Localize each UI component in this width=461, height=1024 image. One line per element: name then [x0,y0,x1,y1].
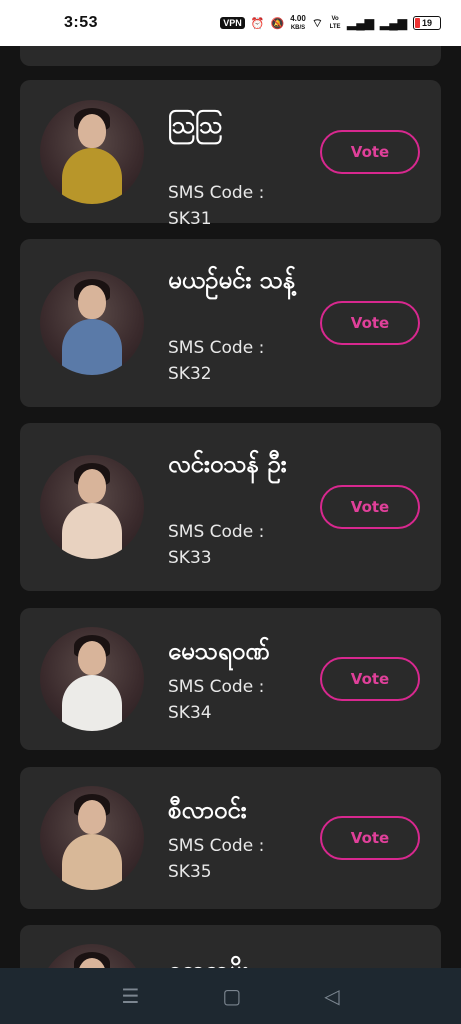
status-bar: 3:53 VPN ⏰ 🔕 4.00 KB/S ⌔ Vo LTE ▂▄▆ ▂▄▆ … [0,0,461,46]
status-time: 3:53 [64,14,99,31]
sms-code-value: SK34 [168,703,212,723]
contestant-avatar [40,627,144,731]
sms-code-value: SK31 [168,209,212,229]
contestant-name: ကေဇာမိုး [168,953,298,968]
network-speed: 4.00 KB/S [290,13,306,32]
contestant-card: ကေဇာမိုး [20,925,441,968]
contestant-name: မေသရဝဏ် [168,637,270,665]
speed-value: 4.00 [290,13,306,23]
contestant-avatar [40,455,144,559]
status-icons: VPN ⏰ 🔕 4.00 KB/S ⌔ Vo LTE ▂▄▆ ▂▄▆ 19 [220,13,441,32]
signal-icon-1: ▂▄▆ [347,16,375,30]
battery-level: 19 [421,18,432,28]
vote-button[interactable]: Vote [320,657,420,701]
contestant-card: မေသရဝဏ် SMS Code : SK34 Vote [20,608,441,750]
vote-button[interactable]: Vote [320,130,420,174]
sms-code-value: SK33 [168,548,212,568]
recents-icon[interactable]: ☰ [121,984,139,1008]
sms-code-label: SMS Code : [168,522,265,542]
speed-unit: KB/S [290,24,306,31]
sms-code-label: SMS Code : [168,677,265,697]
avatar-dress [62,834,122,890]
signal-icon-2: ▂▄▆ [380,16,407,30]
system-nav-bar: ☰ ▢ ◁ [0,968,461,1024]
contestant-card [20,46,441,66]
vote-button[interactable]: Vote [320,301,420,345]
alarm-icon: ⏰ [250,17,265,30]
contestant-name: စီလာဝင်း [168,796,247,824]
sms-code-value: SK35 [168,862,212,882]
contestant-name: လင်းဝသန် ဦး [168,450,287,478]
vote-button[interactable]: Vote [320,816,420,860]
volte-icon: Vo LTE [329,16,341,30]
back-icon[interactable]: ◁ [324,984,339,1008]
contestant-card: ဩဩ SMS Code : SK31 Vote [20,80,441,229]
contestant-name: မယဉ်မင်း သန့် [168,266,296,294]
sms-code-label: SMS Code : [168,338,265,358]
avatar-dress [62,319,122,375]
contestant-avatar [40,786,144,890]
wifi-icon: ⌔ [311,15,324,30]
contestant-card: စီလာဝင်း SMS Code : SK35 Vote [20,767,441,909]
mute-icon: 🔕 [270,17,285,30]
avatar-dress [62,148,122,204]
contestant-list[interactable]: ဩဩ SMS Code : SK31 Vote မယဉ်မင်း သန့် SM… [0,46,461,968]
contestant-card: လင်းဝသန် ဦး SMS Code : SK33 Vote [20,423,441,591]
sms-code-label: SMS Code : [168,183,265,203]
sms-code-label: SMS Code : [168,836,265,856]
home-icon[interactable]: ▢ [222,984,241,1008]
vpn-icon: VPN [220,17,245,29]
sms-code-value: SK32 [168,364,212,384]
contestant-avatar [40,271,144,375]
contestant-avatar [40,944,144,968]
avatar-dress [62,503,122,559]
contestant-avatar [40,100,144,204]
contestant-name: ဩဩ [168,111,223,139]
avatar-dress [62,675,122,731]
battery-icon: 19 [413,16,441,30]
contestant-card: မယဉ်မင်း သန့် SMS Code : SK32 Vote [20,239,441,407]
vote-button[interactable]: Vote [320,485,420,529]
